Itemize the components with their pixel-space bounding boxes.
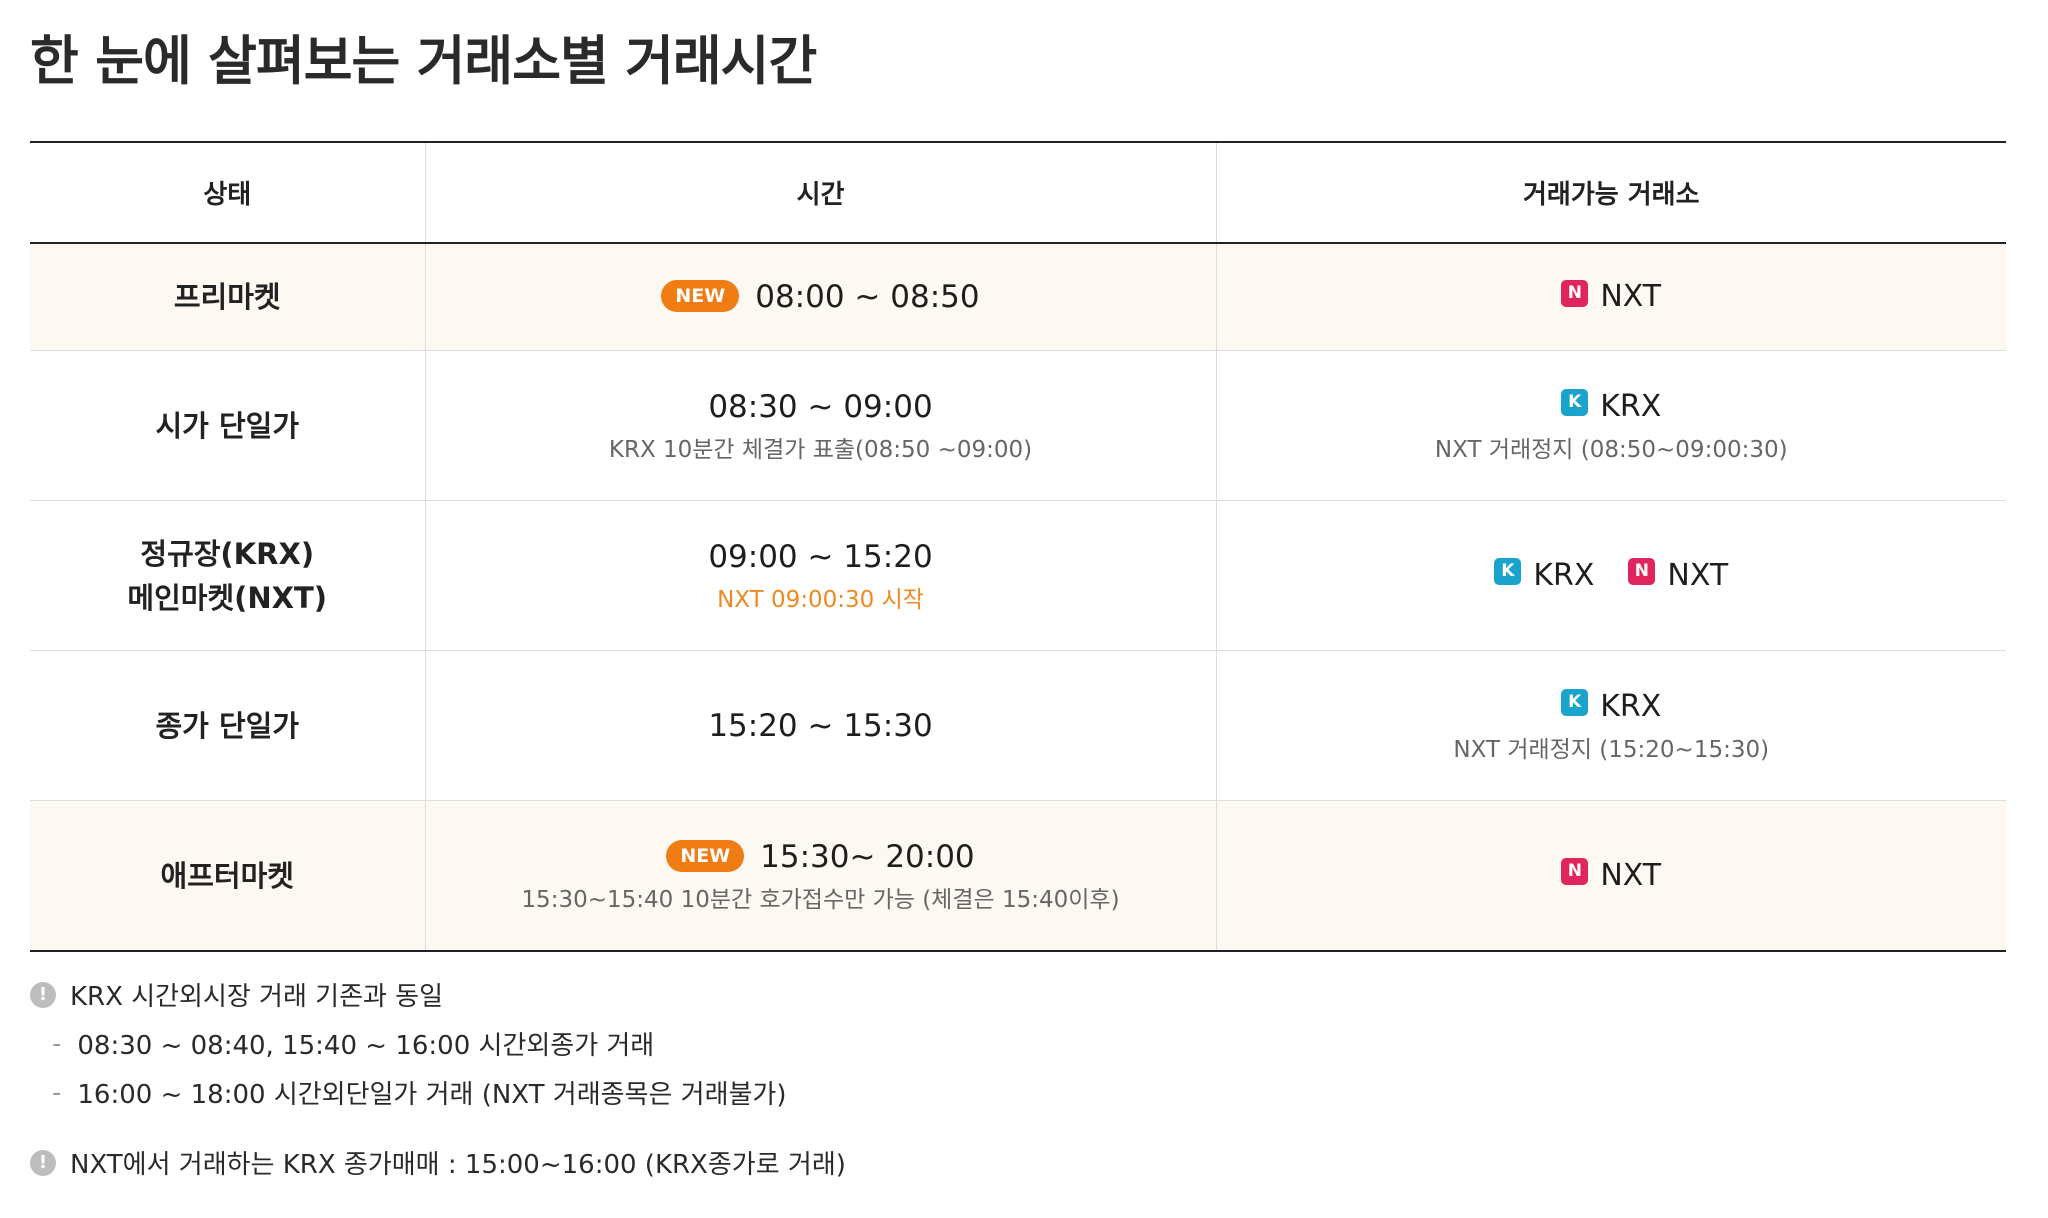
exchange-cell: K KRX NXT 거래정지 (08:50~09:00:30)	[1215, 350, 2006, 501]
exchange-nxt: N NXT	[1628, 553, 1728, 599]
state-label: 시가 단일가	[155, 408, 300, 443]
time-cell: NEW 15:30~ 20:00 15:30~15:40 10분간 호가접수만 가…	[424, 800, 1216, 951]
time-cell: 09:00 ~ 15:20 NXT 09:00:30 시작	[424, 500, 1216, 651]
table-header-row: 상태 시간 거래가능 거래소	[30, 142, 2006, 244]
note-sub-item: - 16:00 ~ 18:00 시간외단일가 거래 (NXT 거래종목은 거래불…	[30, 1074, 787, 1111]
note-sub-text: 08:30 ~ 08:40, 15:40 ~ 16:00 시간외종가 거래	[77, 1031, 655, 1061]
exchange-cell: N NXT	[1215, 800, 2006, 951]
krx-icon: K	[1561, 389, 1589, 416]
exchange-nxt: N NXT	[1561, 274, 1661, 320]
state-label: 프리마켓	[173, 280, 281, 314]
dash-bullet: -	[52, 1028, 62, 1059]
exchange-name: KRX	[1533, 557, 1595, 593]
state-cell: 애프터마켓	[30, 800, 425, 951]
exchange-note: NXT 거래정지 (15:20~15:30)	[1453, 736, 1770, 763]
exchange-krx: K KRX	[1494, 553, 1594, 599]
table-row-premarket: 프리마켓 NEW 08:00 ~ 08:50 N NXT	[30, 243, 2006, 351]
time-range: 08:00 ~ 08:50	[755, 279, 980, 315]
note-sub-item: - 08:30 ~ 08:40, 15:40 ~ 16:00 시간외종가 거래	[30, 1025, 654, 1062]
exclamation-icon: !	[30, 1149, 56, 1176]
table-row-regular-session: 정규장(KRX) 메인마켓(NXT) 09:00 ~ 15:20 NXT 09:…	[30, 500, 2006, 651]
state-label: 정규장(KRX) 메인마켓(NXT)	[30, 532, 425, 620]
time-value: NEW 08:00 ~ 08:50	[426, 274, 1216, 320]
time-cell: NEW 08:00 ~ 08:50	[424, 243, 1216, 351]
time-value: NEW 15:30~ 20:00	[426, 834, 1216, 880]
nxt-icon: N	[1561, 279, 1589, 307]
exchange-name: KRX	[1600, 688, 1662, 724]
time-cell: 15:20 ~ 15:30	[424, 650, 1216, 801]
time-range: 09:00 ~ 15:20	[708, 538, 933, 575]
table-row-aftermarket: 애프터마켓 NEW 15:30~ 20:00 15:30~15:40 10분간 호…	[30, 800, 2006, 951]
table-row-closing-auction: 종가 단일가 15:20 ~ 15:30 K KRX NXT 거래정지 (15:…	[30, 650, 2006, 801]
note-sub-text: 16:00 ~ 18:00 시간외단일가 거래 (NXT 거래종목은 거래불가)	[77, 1080, 787, 1110]
exchange-nxt: N NXT	[1561, 853, 1661, 899]
state-label: 종가 단일가	[155, 708, 300, 743]
time-note: NXT 09:00:30 시작	[717, 586, 924, 613]
exchange-note: NXT 거래정지 (08:50~09:00:30)	[1434, 436, 1788, 463]
dash-bullet: -	[52, 1077, 62, 1108]
exchange-name: NXT	[1600, 857, 1662, 893]
exchange-name: KRX	[1600, 388, 1662, 424]
trading-hours-table: 상태 시간 거래가능 거래소 프리마켓 NEW 08:00 ~ 08:50 N	[30, 141, 2006, 952]
exchange-krx: K KRX	[1561, 684, 1661, 730]
table-row-opening-auction: 시가 단일가 08:30 ~ 09:00 KRX 10분간 체결가 표출(08:…	[30, 350, 2006, 501]
exchange-name: NXT	[1600, 279, 1662, 314]
header-exchange: 거래가능 거래소	[1215, 142, 2006, 244]
time-range: 08:30 ~ 09:00	[708, 388, 933, 425]
note-text: NXT에서 거래하는 KRX 종가매매 : 15:00~16:00 (KRX종가…	[70, 1150, 846, 1180]
note-text: KRX 시간외시장 거래 기존과 동일	[70, 982, 444, 1012]
exclamation-icon: !	[30, 981, 56, 1008]
new-badge: NEW	[666, 839, 745, 872]
state-label-line: 정규장(KRX)	[140, 536, 315, 571]
note-krx-after-hours: ! KRX 시간외시장 거래 기존과 동일	[30, 976, 443, 1013]
nxt-icon: N	[1561, 858, 1589, 885]
krx-icon: K	[1561, 689, 1589, 716]
time-note: 15:30~15:40 10분간 호가접수만 가능 (체결은 15:40이후)	[521, 886, 1120, 913]
exchange-name: NXT	[1667, 557, 1729, 593]
exchange-cell: K KRX N NXT	[1215, 500, 2006, 651]
state-cell: 정규장(KRX) 메인마켓(NXT)	[30, 500, 425, 651]
exchange-cell: N NXT	[1215, 243, 2006, 351]
header-state: 상태	[30, 142, 425, 244]
note-nxt-closing-trade: ! NXT에서 거래하는 KRX 종가매매 : 15:00~16:00 (KRX…	[30, 1144, 846, 1181]
time-note: KRX 10분간 체결가 표출(08:50 ~09:00)	[608, 436, 1033, 463]
krx-icon: K	[1494, 558, 1522, 585]
state-cell: 시가 단일가	[30, 350, 425, 501]
state-label-line: 메인마켓(NXT)	[127, 580, 328, 615]
time-range: 15:20 ~ 15:30	[708, 707, 933, 744]
new-badge: NEW	[661, 280, 740, 312]
state-cell: 프리마켓	[30, 243, 425, 351]
exchange-krx: K KRX	[1561, 384, 1661, 430]
state-cell: 종가 단일가	[30, 650, 425, 801]
state-label: 애프터마켓	[160, 858, 294, 893]
header-time: 시간	[424, 142, 1216, 244]
nxt-icon: N	[1628, 558, 1656, 585]
exchange-cell: K KRX NXT 거래정지 (15:20~15:30)	[1215, 650, 2006, 801]
page: 한 눈에 살펴보는 거래소별 거래시간 상태 시간 거래가능 거래소 프리마켓 …	[0, 0, 2048, 1218]
time-cell: 08:30 ~ 09:00 KRX 10분간 체결가 표출(08:50 ~09:…	[424, 350, 1216, 501]
page-title: 한 눈에 살펴보는 거래소별 거래시간	[30, 31, 817, 92]
time-range: 15:30~ 20:00	[760, 838, 975, 875]
